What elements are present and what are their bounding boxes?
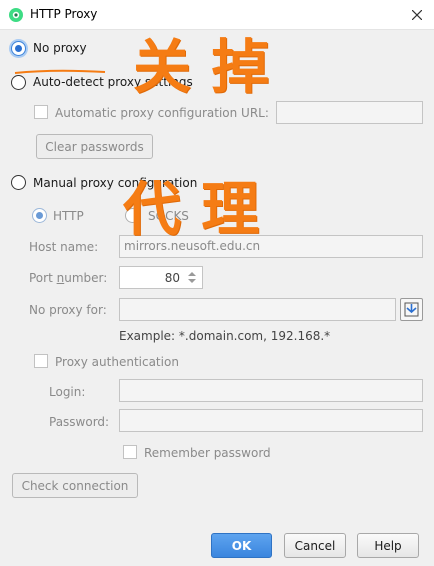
no-proxy-for-label: No proxy for: [29, 303, 107, 317]
ok-button[interactable]: OK [211, 533, 272, 558]
pac-url-label: Automatic proxy configuration URL: [55, 106, 269, 120]
android-studio-icon [9, 8, 23, 22]
title-bar: HTTP Proxy [0, 0, 434, 30]
no-proxy-hint: Example: *.domain.com, 192.168.* [119, 329, 331, 343]
port-number-label: Port number: [29, 271, 108, 285]
port-number-value: 80 [164, 271, 180, 285]
port-number-spinner[interactable]: 80 [119, 266, 203, 289]
no-proxy-for-input[interactable] [119, 298, 396, 321]
login-input[interactable] [119, 379, 423, 402]
http-type-label: HTTP [53, 209, 84, 223]
clear-passwords-button[interactable]: Clear passwords [36, 134, 153, 159]
proxy-auth-checkbox[interactable] [34, 354, 48, 368]
manual-proxy-radio[interactable] [11, 175, 26, 190]
password-label: Password: [49, 415, 110, 429]
expand-field-icon [404, 302, 419, 317]
remember-password-label: Remember password [144, 446, 271, 460]
pac-url-checkbox[interactable] [34, 105, 48, 119]
http-type-radio[interactable] [32, 208, 47, 223]
check-connection-button[interactable]: Check connection [12, 473, 138, 498]
no-proxy-label: No proxy [33, 41, 87, 55]
close-icon [412, 10, 422, 20]
window-title: HTTP Proxy [30, 7, 98, 21]
no-proxy-radio[interactable] [11, 41, 26, 56]
pac-url-input[interactable] [276, 101, 423, 124]
host-name-label: Host name: [29, 240, 99, 254]
dialog-content: No proxy Auto-detect proxy settings Auto… [0, 30, 434, 566]
login-label: Login: [49, 385, 86, 399]
close-button[interactable] [400, 0, 434, 30]
remember-password-checkbox[interactable] [123, 445, 137, 459]
proxy-auth-label: Proxy authentication [55, 355, 179, 369]
password-input[interactable] [119, 409, 423, 432]
annotation-bottom: 代 理 [123, 175, 260, 243]
annotation-top: 关 掉 [133, 33, 270, 101]
auto-detect-radio[interactable] [11, 75, 26, 90]
help-button[interactable]: Help [357, 533, 419, 558]
spinner-arrows-icon[interactable] [185, 270, 199, 285]
cancel-button[interactable]: Cancel [284, 533, 346, 558]
expand-field-button[interactable] [400, 298, 423, 321]
